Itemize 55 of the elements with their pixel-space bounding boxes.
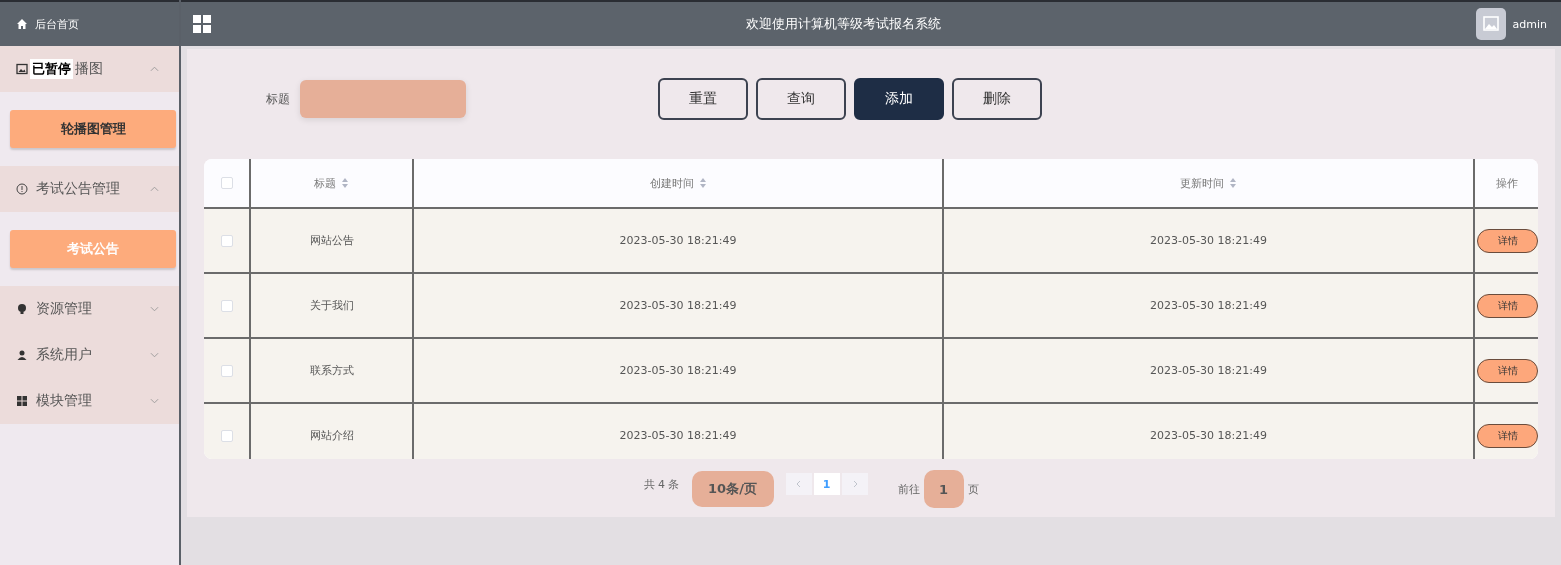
page-suffix: 页 bbox=[967, 481, 979, 497]
chevron-down-icon bbox=[150, 306, 159, 312]
detail-button[interactable]: 详情 bbox=[1477, 358, 1538, 383]
detail-button[interactable]: 详情 bbox=[1477, 228, 1538, 253]
chevron-up-icon bbox=[150, 66, 159, 72]
avatar-icon[interactable] bbox=[1475, 8, 1506, 40]
next-page-icon[interactable] bbox=[841, 473, 868, 495]
username: admin bbox=[1512, 17, 1547, 31]
chevron-up-icon bbox=[150, 186, 159, 192]
sidebar-menu-item[interactable]: 资源管理 bbox=[0, 286, 179, 332]
chevron-down-icon bbox=[150, 398, 159, 404]
title-input-field[interactable] bbox=[300, 80, 466, 118]
picture-icon bbox=[16, 63, 28, 75]
action-button[interactable]: 删除 bbox=[952, 78, 1042, 120]
table-cell: 网站介绍 bbox=[249, 404, 412, 459]
sidebar-menu-item[interactable]: 模块管理 bbox=[0, 378, 179, 424]
table-cell: 2023-05-30 18:21:49 bbox=[942, 404, 1473, 459]
sort-icon[interactable] bbox=[341, 177, 349, 189]
row-checkbox[interactable] bbox=[220, 429, 233, 442]
grid-icon bbox=[16, 395, 28, 407]
row-checkbox[interactable] bbox=[220, 234, 233, 247]
action-button[interactable]: 添加 bbox=[854, 78, 944, 120]
action-button[interactable]: 查询 bbox=[756, 78, 846, 120]
paused-overlay: 已暂停 bbox=[30, 59, 73, 79]
row-checkbox[interactable] bbox=[220, 299, 233, 312]
grid-menu-icon[interactable] bbox=[193, 15, 211, 33]
bulb-icon bbox=[16, 303, 28, 315]
sidebar-menu-item[interactable]: 考试公告管理 bbox=[0, 166, 179, 212]
sort-icon[interactable] bbox=[698, 177, 707, 189]
select-all-checkbox[interactable] bbox=[220, 177, 233, 189]
detail-button[interactable]: 详情 bbox=[1477, 293, 1538, 318]
submenu-item[interactable]: 轮播图管理 bbox=[10, 110, 176, 148]
row-checkbox[interactable] bbox=[220, 364, 233, 377]
total-count: 共 4 条 bbox=[643, 476, 680, 492]
field-label: 标题 bbox=[266, 90, 290, 108]
column-header[interactable]: 操作 bbox=[1495, 175, 1518, 191]
action-button[interactable]: 重置 bbox=[658, 78, 748, 120]
previous-page-icon[interactable] bbox=[785, 473, 812, 495]
chevron-down-icon bbox=[150, 352, 159, 358]
app-title: 欢迎使用计算机等级考试报名系统 bbox=[744, 15, 942, 33]
page-input-field[interactable]: 1 bbox=[923, 470, 964, 508]
column-header[interactable]: 更新时间 bbox=[1180, 175, 1224, 191]
sort-icon[interactable] bbox=[1229, 177, 1237, 189]
column-header[interactable]: 标题 bbox=[314, 175, 336, 191]
page-size-select[interactable]: 10条/页 bbox=[691, 471, 774, 507]
user-icon bbox=[16, 349, 28, 361]
home-icon bbox=[16, 18, 28, 30]
sidebar-menu-item[interactable]: 已暂停 播图 bbox=[0, 46, 179, 92]
column-header[interactable]: 创建时间 bbox=[649, 175, 694, 191]
goto-label: 前往 bbox=[897, 481, 920, 497]
sidebar-home-item[interactable]: 后台首页 bbox=[0, 0, 179, 46]
table-cell: 2023-05-30 18:21:49 bbox=[412, 404, 942, 459]
info-icon bbox=[16, 183, 28, 195]
detail-button[interactable]: 详情 bbox=[1477, 423, 1538, 448]
sidebar-menu-item[interactable]: 系统用户 bbox=[0, 332, 179, 378]
